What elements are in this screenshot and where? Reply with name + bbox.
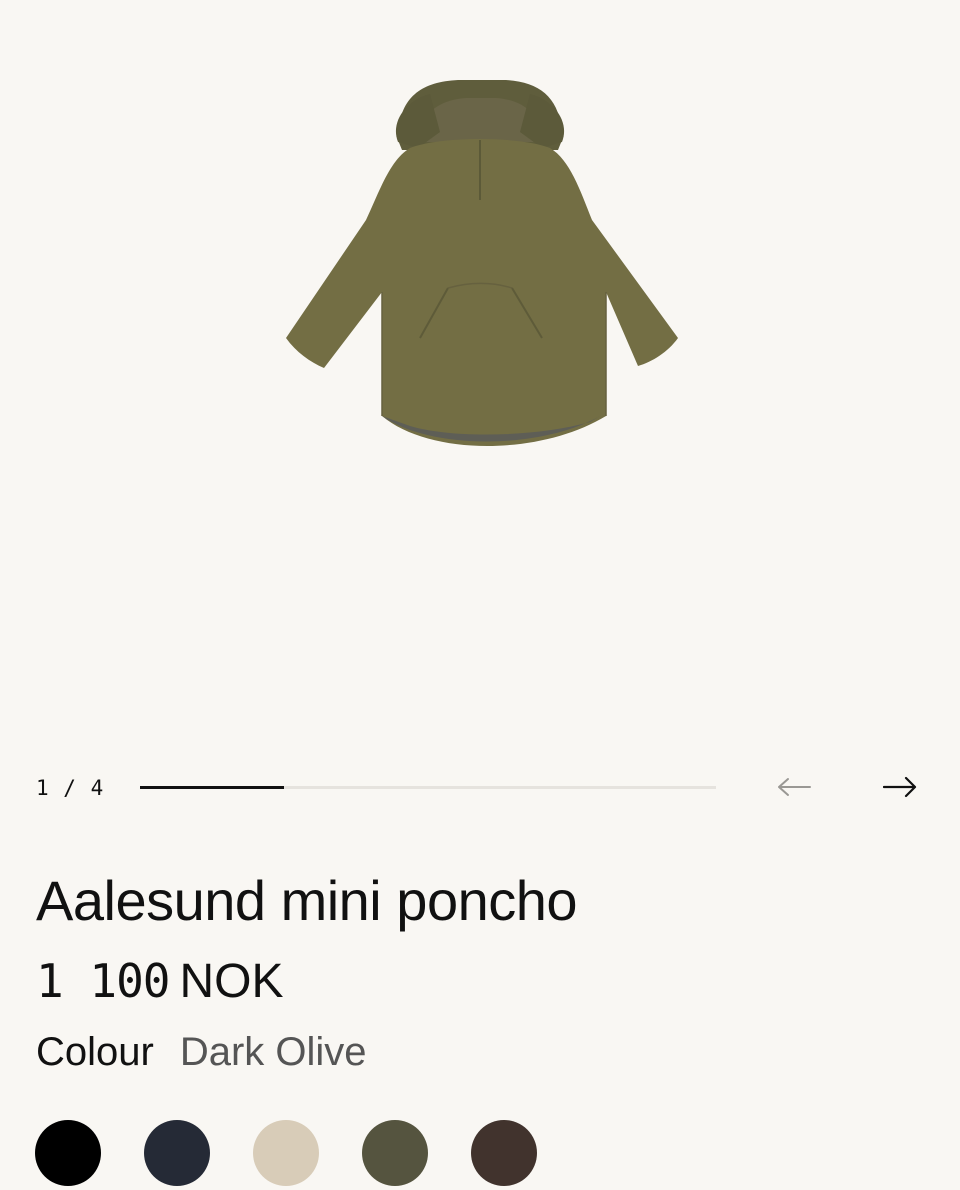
product-gallery <box>0 0 960 740</box>
image-counter: 1 / 4 <box>36 776 105 800</box>
colour-swatch-beige[interactable] <box>253 1120 319 1186</box>
colour-selection-label: Colour Dark Olive <box>36 1030 367 1075</box>
colour-swatch-black[interactable] <box>35 1120 101 1186</box>
product-price: 1 100 NOK <box>36 954 284 1009</box>
product-image[interactable] <box>270 70 690 470</box>
product-title: Aalesund mini poncho <box>36 869 578 932</box>
price-amount: 1 100 <box>36 954 170 1008</box>
gallery-pager: 1 / 4 <box>36 772 926 806</box>
colour-label: Colour <box>36 1030 154 1074</box>
gallery-progress-fill <box>140 786 284 789</box>
colour-swatch-brown[interactable] <box>471 1120 537 1186</box>
gallery-progress-bar <box>140 786 716 789</box>
colour-swatch-navy[interactable] <box>144 1120 210 1186</box>
previous-image-button[interactable] <box>774 772 814 802</box>
next-image-button[interactable] <box>880 772 920 802</box>
arrow-right-icon <box>883 776 917 798</box>
selected-colour-value: Dark Olive <box>179 1030 367 1074</box>
price-currency: NOK <box>179 955 284 1008</box>
arrow-left-icon <box>778 778 811 796</box>
colour-swatch-dark-olive[interactable] <box>362 1120 428 1186</box>
